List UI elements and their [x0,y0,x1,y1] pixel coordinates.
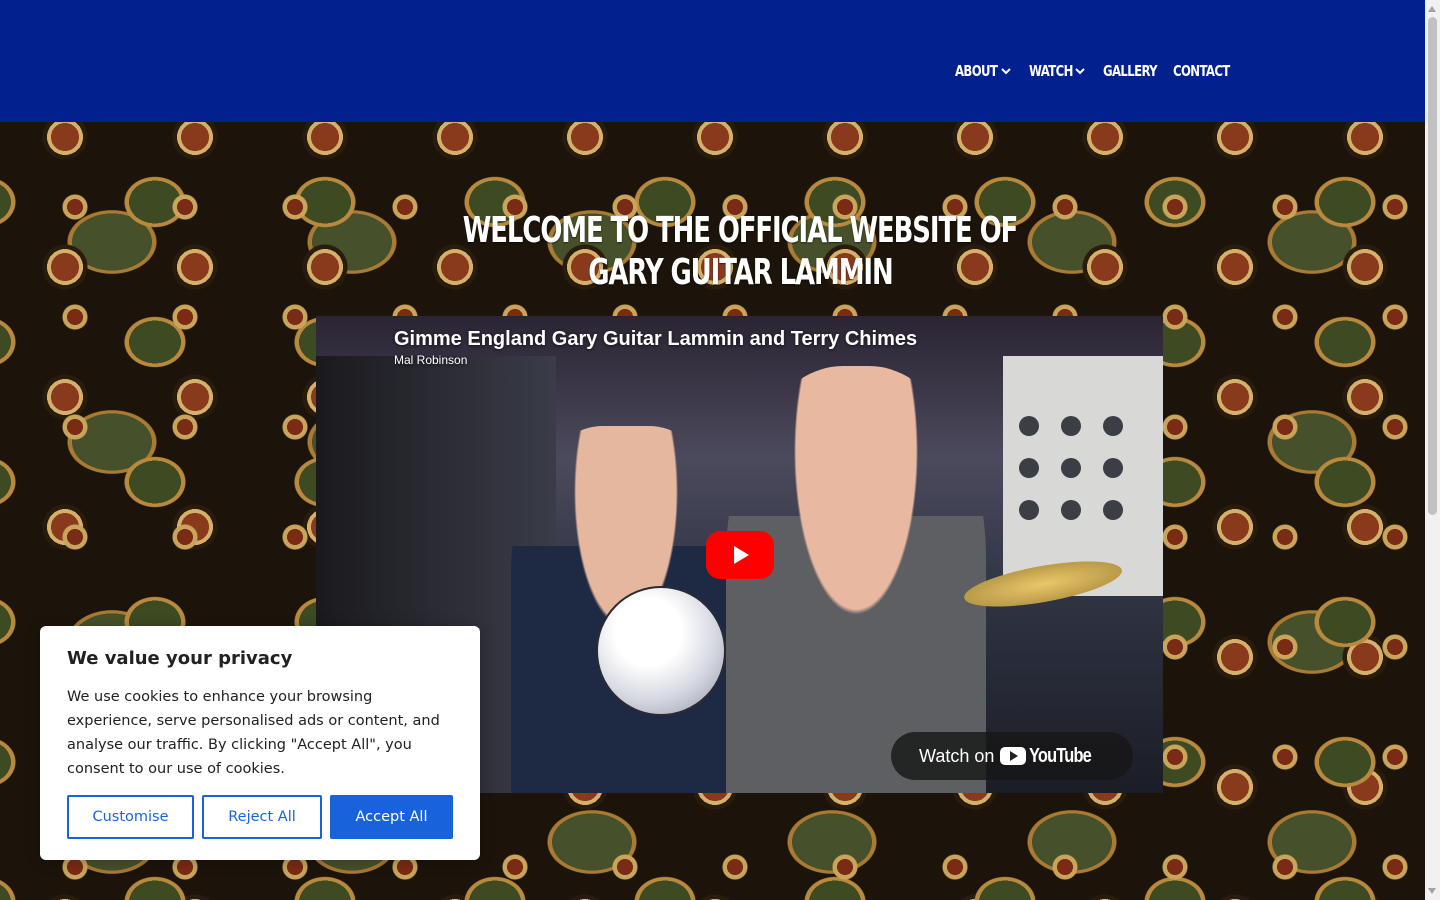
main-nav: ABOUT WATCH GALLERY CONTACT [955,58,1230,84]
play-button[interactable] [706,531,774,579]
watch-on-youtube-button[interactable]: Watch on YouTube [891,732,1133,780]
watch-on-label: Watch on [919,745,995,766]
cookie-buttons: Customise Reject All Accept All [67,795,453,839]
nav-item-about[interactable]: ABOUT [955,58,1011,84]
youtube-wordmark: YouTube [1029,744,1092,767]
chevron-down-icon [1001,66,1011,76]
video-person [726,366,986,793]
scroll-up-icon[interactable] [1428,6,1436,12]
nav-label-gallery: GALLERY [1103,62,1158,80]
nav-label-contact: CONTACT [1173,62,1230,80]
cookie-text: We use cookies to enhance your browsing … [67,689,440,777]
reject-all-button[interactable]: Reject All [202,795,322,839]
youtube-logo-icon: YouTube [1000,745,1105,768]
scrollbar[interactable] [1425,0,1440,900]
nav-label-watch: WATCH [1029,62,1073,80]
title-line-2: GARY GUITAR LAMMIN [587,252,893,293]
site-header: ABOUT WATCH GALLERY CONTACT [0,0,1425,122]
cookie-title: We value your privacy [67,648,293,669]
nav-item-gallery[interactable]: GALLERY [1103,58,1158,84]
page-title: WELCOME TO THE OFFICIAL WEBSITE OF GARY … [0,210,1425,294]
nav-item-contact[interactable]: CONTACT [1173,58,1230,84]
customise-button[interactable]: Customise [67,795,194,839]
scroll-down-icon[interactable] [1428,888,1436,894]
cookie-consent-banner: We value your privacy We use cookies to … [40,626,480,860]
football-image [596,586,726,716]
play-icon [728,543,752,567]
video-scene [1003,356,1163,596]
scrollbar-thumb[interactable] [1428,17,1437,515]
nav-item-watch[interactable]: WATCH [1029,58,1085,84]
nav-label-about: ABOUT [955,62,998,80]
chevron-down-icon [1075,66,1085,76]
title-line-1: WELCOME TO THE OFFICIAL WEBSITE OF [462,210,1018,251]
video-title[interactable]: Gimme England Gary Guitar Lammin and Ter… [394,328,917,351]
accept-all-button[interactable]: Accept All [330,795,453,839]
video-channel[interactable]: Mal Robinson [394,353,467,367]
